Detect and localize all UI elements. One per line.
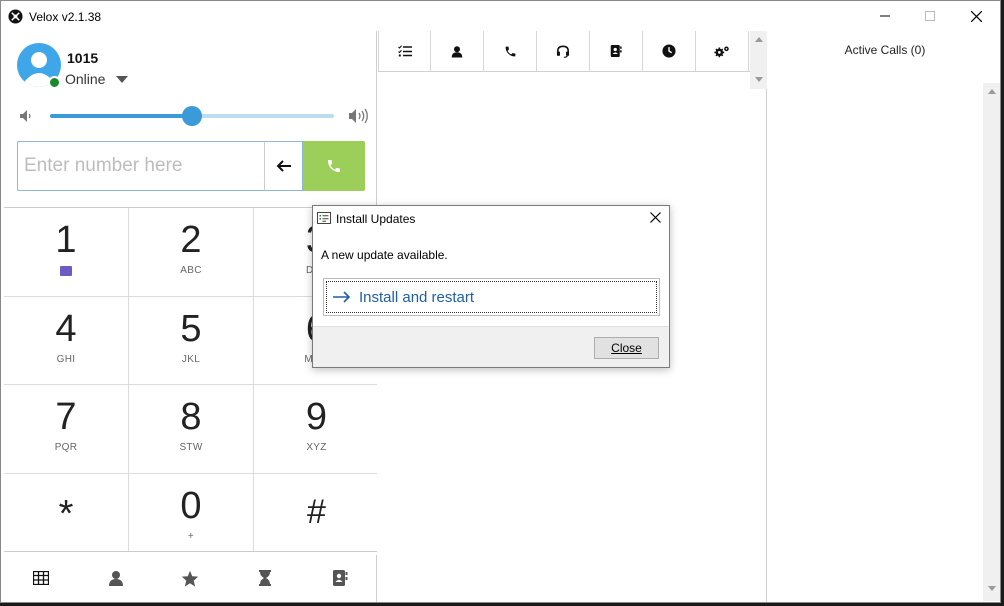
tab-address-book[interactable] bbox=[590, 31, 643, 71]
key-5[interactable]: 5 JKL bbox=[129, 297, 253, 384]
keypad-icon bbox=[33, 571, 50, 585]
key-digit: 4 bbox=[55, 308, 77, 350]
settings-icon bbox=[714, 46, 729, 57]
close-icon[interactable] bbox=[650, 212, 661, 223]
active-calls-label: Active Calls (0) bbox=[844, 43, 926, 57]
contacts-icon bbox=[451, 45, 463, 57]
address-book-icon bbox=[610, 45, 622, 57]
phone-icon bbox=[505, 46, 515, 56]
voicemail-icon bbox=[60, 266, 72, 276]
dialog-close-button[interactable]: Close bbox=[594, 337, 659, 359]
tab-scrollbar[interactable] bbox=[750, 31, 767, 89]
tab-bar bbox=[378, 31, 750, 72]
number-input[interactable] bbox=[17, 141, 265, 191]
key-digit: 9 bbox=[305, 396, 328, 438]
install-updates-dialog: Install Updates A new update available. … bbox=[312, 205, 670, 368]
minimize-button[interactable] bbox=[862, 1, 908, 31]
online-status-dot bbox=[48, 76, 61, 89]
favorites-icon bbox=[182, 570, 199, 587]
minimize-icon bbox=[880, 15, 890, 17]
dialog-message: A new update available. bbox=[321, 248, 448, 262]
status-label[interactable]: Online bbox=[65, 71, 105, 87]
key-9[interactable]: 9 XYZ bbox=[254, 385, 379, 473]
dialog-list-icon bbox=[317, 212, 331, 224]
install-button-label: Install and restart bbox=[359, 288, 475, 306]
history-icon bbox=[259, 570, 272, 586]
clock-icon bbox=[662, 44, 676, 58]
key-7[interactable]: 7 PQR bbox=[4, 385, 128, 473]
volume-slider-handle[interactable] bbox=[182, 106, 202, 126]
key-digit: 7 bbox=[55, 396, 77, 438]
arrow-right-icon bbox=[333, 291, 351, 303]
bottom-navigation bbox=[4, 551, 377, 602]
dialog-title: Install Updates bbox=[336, 212, 416, 226]
key-letters: ABC bbox=[180, 265, 202, 276]
install-and-restart-button[interactable]: Install and restart bbox=[323, 278, 660, 316]
scroll-up-arrow-icon[interactable] bbox=[988, 89, 996, 94]
volume-low-icon bbox=[20, 110, 31, 122]
nav-history[interactable] bbox=[228, 552, 303, 602]
tab-history[interactable] bbox=[643, 31, 696, 71]
key-8[interactable]: 8 STW bbox=[129, 385, 253, 473]
window-title: Velox v2.1.38 bbox=[29, 10, 102, 24]
dialog-footer: Close bbox=[313, 326, 669, 367]
contacts-icon bbox=[108, 571, 123, 586]
nav-contacts[interactable] bbox=[79, 552, 154, 602]
scroll-down-arrow-icon[interactable] bbox=[988, 586, 996, 591]
key-star[interactable]: * bbox=[4, 474, 128, 555]
key-letters: GHI bbox=[56, 354, 76, 365]
backspace-button[interactable] bbox=[264, 141, 303, 191]
key-digit: * bbox=[58, 493, 74, 535]
close-window-button[interactable] bbox=[953, 1, 999, 31]
scroll-down-arrow-icon[interactable] bbox=[755, 77, 763, 82]
title-bar: Velox v2.1.38 bbox=[1, 1, 1000, 31]
nav-address-book[interactable] bbox=[302, 552, 377, 602]
nav-keypad[interactable] bbox=[4, 552, 79, 602]
key-2[interactable]: 2 ABC bbox=[129, 208, 253, 296]
key-letters: STW bbox=[179, 442, 203, 453]
key-digit: 1 bbox=[55, 219, 77, 261]
install-button-focus: Install and restart bbox=[326, 281, 657, 313]
volume-high-icon bbox=[349, 108, 368, 124]
key-digit: 2 bbox=[180, 219, 202, 261]
tab-settings[interactable] bbox=[696, 31, 749, 71]
headset-icon bbox=[556, 45, 570, 58]
key-letters: PQR bbox=[54, 442, 78, 453]
close-button-label: Close bbox=[611, 341, 642, 355]
key-digit: # bbox=[307, 493, 326, 531]
key-letters: + bbox=[187, 531, 195, 542]
tab-queue[interactable] bbox=[537, 31, 590, 71]
nav-favorites[interactable] bbox=[153, 552, 228, 602]
key-1[interactable]: 1 bbox=[4, 208, 128, 296]
maximize-icon bbox=[925, 11, 935, 21]
arrow-left-icon bbox=[276, 160, 291, 172]
active-calls-scrollbar[interactable] bbox=[983, 83, 1000, 601]
key-digit: 0 bbox=[180, 485, 202, 527]
call-button[interactable] bbox=[303, 141, 365, 191]
key-digit: 5 bbox=[180, 308, 202, 350]
active-calls-panel: Active Calls (0) bbox=[768, 31, 1000, 602]
scroll-up-arrow-icon[interactable] bbox=[755, 37, 763, 42]
extension-number: 1015 bbox=[67, 50, 99, 66]
tab-tasks[interactable] bbox=[378, 31, 431, 71]
key-0[interactable]: 0 + bbox=[129, 474, 253, 555]
maximize-button[interactable] bbox=[907, 1, 953, 31]
address-book-icon bbox=[332, 570, 348, 586]
key-4[interactable]: 4 GHI bbox=[4, 297, 128, 384]
tab-contacts[interactable] bbox=[431, 31, 484, 71]
tab-calls[interactable] bbox=[484, 31, 537, 71]
volume-slider-fill bbox=[50, 114, 192, 118]
close-icon bbox=[970, 10, 982, 22]
key-digit: 8 bbox=[180, 396, 202, 438]
volume-slider[interactable] bbox=[50, 106, 334, 126]
app-logo-icon bbox=[8, 9, 23, 24]
status-dropdown-icon[interactable] bbox=[116, 76, 128, 83]
key-letters: JKL bbox=[181, 354, 201, 365]
tasks-icon bbox=[397, 45, 412, 57]
key-letters: XYZ bbox=[306, 442, 327, 453]
phone-icon bbox=[328, 160, 340, 172]
key-hash[interactable]: # bbox=[254, 474, 379, 555]
